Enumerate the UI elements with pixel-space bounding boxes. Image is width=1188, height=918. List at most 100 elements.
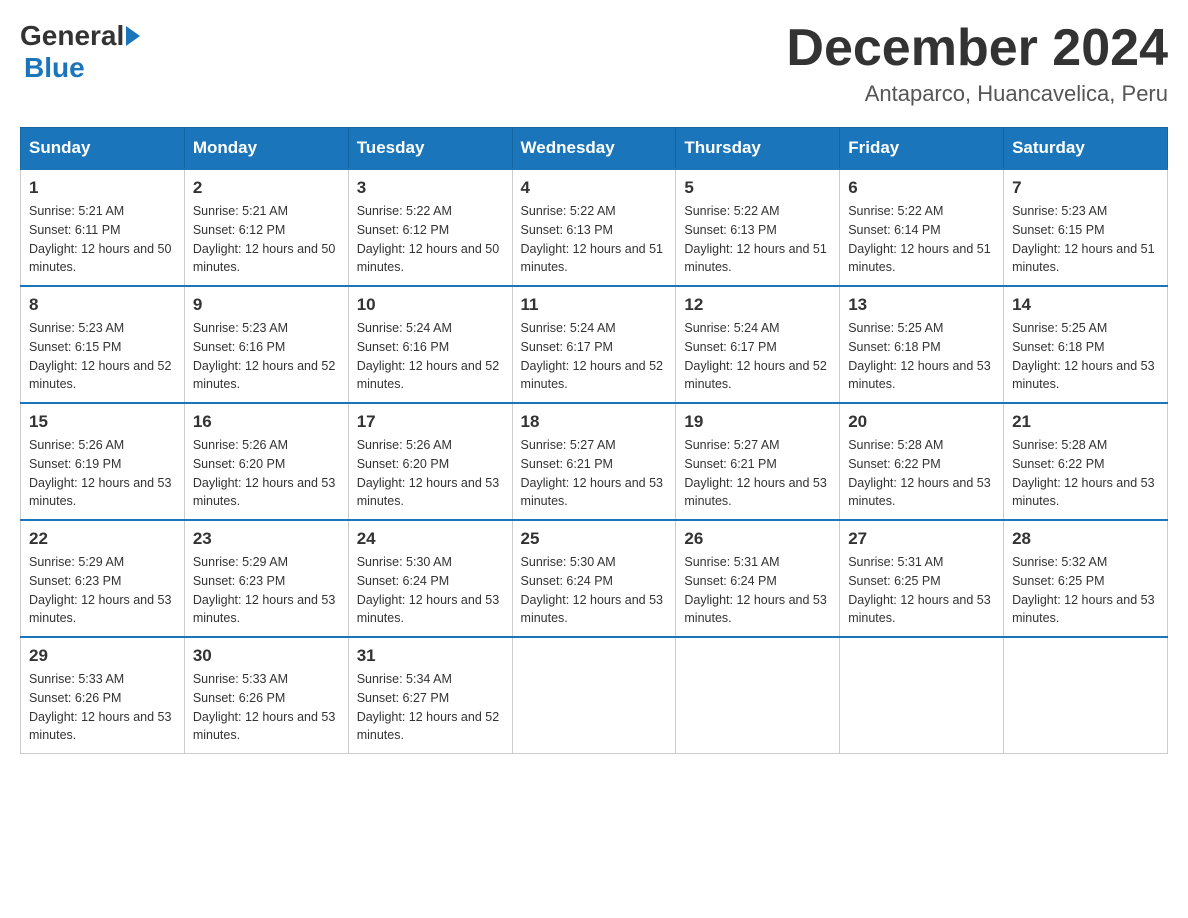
calendar-day-cell: 1 Sunrise: 5:21 AMSunset: 6:11 PMDayligh… [21, 169, 185, 286]
day-info: Sunrise: 5:23 AMSunset: 6:16 PMDaylight:… [193, 321, 335, 391]
calendar-day-cell: 29 Sunrise: 5:33 AMSunset: 6:26 PMDaylig… [21, 637, 185, 754]
day-info: Sunrise: 5:25 AMSunset: 6:18 PMDaylight:… [848, 321, 990, 391]
day-number: 27 [848, 529, 995, 549]
calendar-day-cell: 9 Sunrise: 5:23 AMSunset: 6:16 PMDayligh… [184, 286, 348, 403]
day-number: 12 [684, 295, 831, 315]
day-info: Sunrise: 5:31 AMSunset: 6:25 PMDaylight:… [848, 555, 990, 625]
calendar-day-cell: 19 Sunrise: 5:27 AMSunset: 6:21 PMDaylig… [676, 403, 840, 520]
day-number: 10 [357, 295, 504, 315]
page-header: General Blue December 2024 Antaparco, Hu… [20, 20, 1168, 107]
day-number: 9 [193, 295, 340, 315]
day-info: Sunrise: 5:23 AMSunset: 6:15 PMDaylight:… [29, 321, 171, 391]
day-info: Sunrise: 5:28 AMSunset: 6:22 PMDaylight:… [1012, 438, 1154, 508]
day-info: Sunrise: 5:32 AMSunset: 6:25 PMDaylight:… [1012, 555, 1154, 625]
calendar-day-cell: 22 Sunrise: 5:29 AMSunset: 6:23 PMDaylig… [21, 520, 185, 637]
calendar-day-cell: 21 Sunrise: 5:28 AMSunset: 6:22 PMDaylig… [1004, 403, 1168, 520]
calendar-day-cell: 28 Sunrise: 5:32 AMSunset: 6:25 PMDaylig… [1004, 520, 1168, 637]
day-info: Sunrise: 5:33 AMSunset: 6:26 PMDaylight:… [29, 672, 171, 742]
logo-blue-text: Blue [24, 52, 85, 83]
logo-arrow-icon [126, 26, 140, 46]
calendar-day-cell: 24 Sunrise: 5:30 AMSunset: 6:24 PMDaylig… [348, 520, 512, 637]
day-info: Sunrise: 5:26 AMSunset: 6:20 PMDaylight:… [357, 438, 499, 508]
calendar-week-row: 22 Sunrise: 5:29 AMSunset: 6:23 PMDaylig… [21, 520, 1168, 637]
calendar-day-cell: 25 Sunrise: 5:30 AMSunset: 6:24 PMDaylig… [512, 520, 676, 637]
day-number: 18 [521, 412, 668, 432]
calendar-day-cell: 12 Sunrise: 5:24 AMSunset: 6:17 PMDaylig… [676, 286, 840, 403]
calendar-day-cell: 27 Sunrise: 5:31 AMSunset: 6:25 PMDaylig… [840, 520, 1004, 637]
day-info: Sunrise: 5:25 AMSunset: 6:18 PMDaylight:… [1012, 321, 1154, 391]
day-number: 11 [521, 295, 668, 315]
empty-cell [512, 637, 676, 754]
day-number: 15 [29, 412, 176, 432]
logo: General Blue [20, 20, 142, 84]
day-info: Sunrise: 5:26 AMSunset: 6:19 PMDaylight:… [29, 438, 171, 508]
calendar-day-cell: 30 Sunrise: 5:33 AMSunset: 6:26 PMDaylig… [184, 637, 348, 754]
day-info: Sunrise: 5:24 AMSunset: 6:16 PMDaylight:… [357, 321, 499, 391]
calendar-day-cell: 7 Sunrise: 5:23 AMSunset: 6:15 PMDayligh… [1004, 169, 1168, 286]
calendar-day-cell: 5 Sunrise: 5:22 AMSunset: 6:13 PMDayligh… [676, 169, 840, 286]
calendar-day-cell: 13 Sunrise: 5:25 AMSunset: 6:18 PMDaylig… [840, 286, 1004, 403]
day-number: 16 [193, 412, 340, 432]
calendar-week-row: 8 Sunrise: 5:23 AMSunset: 6:15 PMDayligh… [21, 286, 1168, 403]
calendar-day-cell: 17 Sunrise: 5:26 AMSunset: 6:20 PMDaylig… [348, 403, 512, 520]
calendar-day-cell: 10 Sunrise: 5:24 AMSunset: 6:16 PMDaylig… [348, 286, 512, 403]
weekday-header-saturday: Saturday [1004, 128, 1168, 170]
location-title: Antaparco, Huancavelica, Peru [786, 81, 1168, 107]
day-info: Sunrise: 5:26 AMSunset: 6:20 PMDaylight:… [193, 438, 335, 508]
weekday-header-wednesday: Wednesday [512, 128, 676, 170]
calendar-day-cell: 14 Sunrise: 5:25 AMSunset: 6:18 PMDaylig… [1004, 286, 1168, 403]
day-number: 26 [684, 529, 831, 549]
calendar-day-cell: 26 Sunrise: 5:31 AMSunset: 6:24 PMDaylig… [676, 520, 840, 637]
day-info: Sunrise: 5:34 AMSunset: 6:27 PMDaylight:… [357, 672, 499, 742]
month-title: December 2024 [786, 20, 1168, 77]
calendar-week-row: 1 Sunrise: 5:21 AMSunset: 6:11 PMDayligh… [21, 169, 1168, 286]
day-info: Sunrise: 5:22 AMSunset: 6:14 PMDaylight:… [848, 204, 990, 274]
calendar-day-cell: 8 Sunrise: 5:23 AMSunset: 6:15 PMDayligh… [21, 286, 185, 403]
day-number: 4 [521, 178, 668, 198]
weekday-header-tuesday: Tuesday [348, 128, 512, 170]
logo-general-text: General [20, 20, 124, 52]
day-number: 8 [29, 295, 176, 315]
calendar-day-cell: 6 Sunrise: 5:22 AMSunset: 6:14 PMDayligh… [840, 169, 1004, 286]
day-number: 3 [357, 178, 504, 198]
day-number: 29 [29, 646, 176, 666]
day-number: 25 [521, 529, 668, 549]
day-info: Sunrise: 5:22 AMSunset: 6:13 PMDaylight:… [684, 204, 826, 274]
day-info: Sunrise: 5:23 AMSunset: 6:15 PMDaylight:… [1012, 204, 1154, 274]
day-number: 23 [193, 529, 340, 549]
calendar-table: SundayMondayTuesdayWednesdayThursdayFrid… [20, 127, 1168, 754]
day-number: 2 [193, 178, 340, 198]
day-number: 30 [193, 646, 340, 666]
title-area: December 2024 Antaparco, Huancavelica, P… [786, 20, 1168, 107]
empty-cell [676, 637, 840, 754]
day-number: 21 [1012, 412, 1159, 432]
day-number: 14 [1012, 295, 1159, 315]
day-info: Sunrise: 5:30 AMSunset: 6:24 PMDaylight:… [521, 555, 663, 625]
day-number: 19 [684, 412, 831, 432]
day-info: Sunrise: 5:21 AMSunset: 6:12 PMDaylight:… [193, 204, 335, 274]
calendar-week-row: 29 Sunrise: 5:33 AMSunset: 6:26 PMDaylig… [21, 637, 1168, 754]
day-info: Sunrise: 5:21 AMSunset: 6:11 PMDaylight:… [29, 204, 171, 274]
day-info: Sunrise: 5:27 AMSunset: 6:21 PMDaylight:… [684, 438, 826, 508]
day-info: Sunrise: 5:22 AMSunset: 6:12 PMDaylight:… [357, 204, 499, 274]
calendar-week-row: 15 Sunrise: 5:26 AMSunset: 6:19 PMDaylig… [21, 403, 1168, 520]
day-info: Sunrise: 5:24 AMSunset: 6:17 PMDaylight:… [521, 321, 663, 391]
day-number: 13 [848, 295, 995, 315]
calendar-day-cell: 16 Sunrise: 5:26 AMSunset: 6:20 PMDaylig… [184, 403, 348, 520]
day-info: Sunrise: 5:33 AMSunset: 6:26 PMDaylight:… [193, 672, 335, 742]
day-info: Sunrise: 5:29 AMSunset: 6:23 PMDaylight:… [193, 555, 335, 625]
empty-cell [1004, 637, 1168, 754]
empty-cell [840, 637, 1004, 754]
day-info: Sunrise: 5:24 AMSunset: 6:17 PMDaylight:… [684, 321, 826, 391]
calendar-day-cell: 15 Sunrise: 5:26 AMSunset: 6:19 PMDaylig… [21, 403, 185, 520]
calendar-day-cell: 23 Sunrise: 5:29 AMSunset: 6:23 PMDaylig… [184, 520, 348, 637]
day-number: 7 [1012, 178, 1159, 198]
calendar-day-cell: 11 Sunrise: 5:24 AMSunset: 6:17 PMDaylig… [512, 286, 676, 403]
weekday-header-thursday: Thursday [676, 128, 840, 170]
day-number: 5 [684, 178, 831, 198]
day-number: 28 [1012, 529, 1159, 549]
day-info: Sunrise: 5:27 AMSunset: 6:21 PMDaylight:… [521, 438, 663, 508]
calendar-day-cell: 2 Sunrise: 5:21 AMSunset: 6:12 PMDayligh… [184, 169, 348, 286]
weekday-header-monday: Monday [184, 128, 348, 170]
day-info: Sunrise: 5:29 AMSunset: 6:23 PMDaylight:… [29, 555, 171, 625]
